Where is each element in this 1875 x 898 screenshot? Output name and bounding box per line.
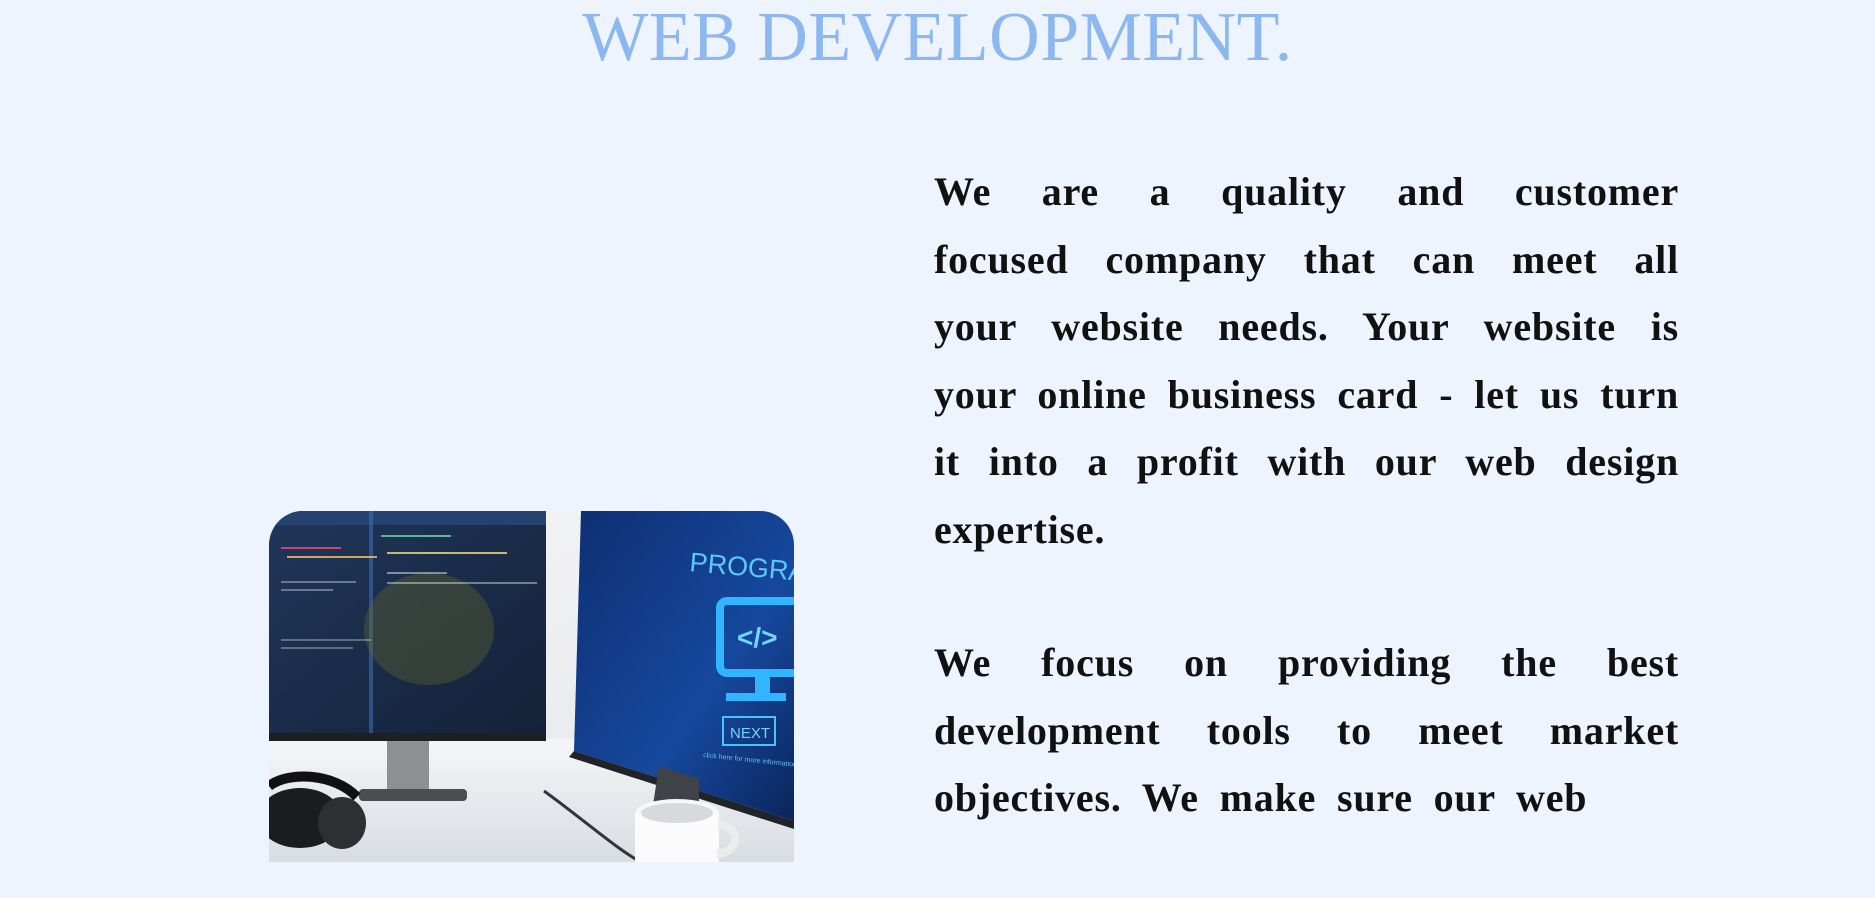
hero-image: PROGRAM </> NEXT click here for more inf… xyxy=(269,511,794,862)
svg-text:</>: </> xyxy=(737,622,777,653)
focus-paragraph: We focus on providing the best developme… xyxy=(934,640,1679,820)
intro-paragraph: We are a quality and customer focused co… xyxy=(934,169,1679,552)
content-column: We are a quality and customer focused co… xyxy=(934,158,1679,898)
page-title: WEB DEVELOPMENT. xyxy=(582,0,1293,76)
svg-text:NEXT: NEXT xyxy=(730,725,770,742)
